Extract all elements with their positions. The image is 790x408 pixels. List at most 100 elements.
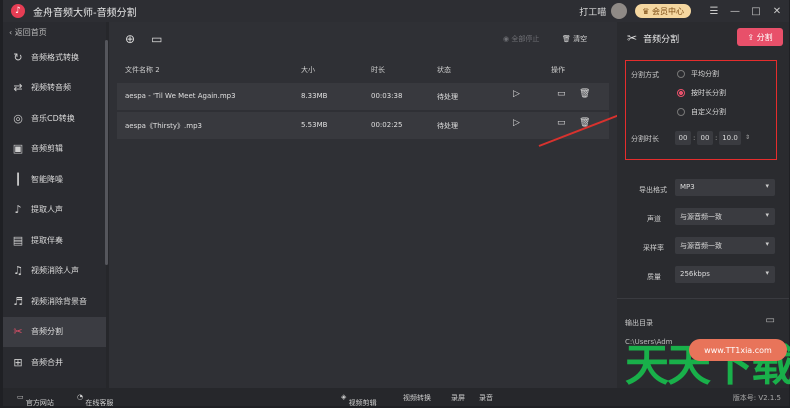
website-label: 官方网站 bbox=[25, 399, 54, 407]
output-format-select[interactable]: MP3 ▾ bbox=[675, 179, 775, 196]
watermark-url: www.TT1xia.com bbox=[689, 339, 787, 361]
play-icon[interactable]: ▷ bbox=[513, 118, 520, 128]
video-edit-link[interactable]: ◈ 视频剪辑 bbox=[341, 393, 377, 407]
table-row[interactable]: aespa《Thirsty》.mp3 5.53MB 00:02:25 待处理 ▷… bbox=[117, 112, 609, 139]
col-name[interactable]: 文件名称 2 bbox=[125, 65, 160, 75]
radio-by-duration-label[interactable]: 按时长分割 bbox=[691, 88, 726, 98]
time-separator: : bbox=[715, 134, 718, 142]
delete-icon[interactable]: 🗑 bbox=[579, 118, 590, 128]
vocal-extract-icon: ♪ bbox=[14, 203, 22, 217]
sample-rate-value: 与源音频一致 bbox=[680, 242, 722, 250]
file-name: aespa - 'Til We Meet Again.mp3 bbox=[125, 92, 236, 100]
app-title: 金舟音频大师-音频分割 bbox=[33, 7, 137, 19]
file-duration: 00:02:25 bbox=[371, 121, 403, 129]
file-duration: 00:03:38 bbox=[371, 92, 403, 100]
audio-record-link[interactable]: 录音 bbox=[479, 393, 493, 403]
file-size: 5.53MB bbox=[301, 121, 328, 129]
open-folder-icon[interactable]: ▭ bbox=[557, 118, 566, 128]
sidebar-item-video-remove-vocal[interactable]: ♫ 视频消除人声 bbox=[3, 256, 106, 287]
table-row[interactable]: aespa - 'Til We Meet Again.mp3 8.33MB 00… bbox=[117, 83, 609, 110]
duration-minutes-input[interactable]: 00 bbox=[697, 131, 713, 145]
close-icon[interactable]: ✕ bbox=[768, 6, 786, 17]
sidebar-item-video-remove-bgm[interactable]: ♬ 视频消除背景音 bbox=[3, 286, 106, 317]
radio-by-duration[interactable] bbox=[677, 89, 685, 97]
website-link[interactable]: ▭ 官方网站 bbox=[17, 393, 54, 407]
clear-button[interactable]: 🗑 清空 bbox=[562, 34, 587, 44]
sidebar-item-label: 音频剪辑 bbox=[31, 144, 63, 154]
split-mode-label: 分割方式 bbox=[631, 71, 659, 79]
folder-icon[interactable]: ▭ bbox=[766, 315, 775, 326]
audio-convert-icon: ↻ bbox=[13, 50, 23, 64]
output-format-value: MP3 bbox=[680, 183, 695, 191]
play-icon[interactable]: ▷ bbox=[513, 89, 520, 99]
back-home-link[interactable]: ‹ 返回首页 bbox=[3, 22, 106, 42]
avatar[interactable] bbox=[611, 3, 628, 19]
duration-hours-input[interactable]: 00 bbox=[675, 131, 691, 145]
radio-custom[interactable] bbox=[677, 108, 685, 116]
sidebar-item-video-to-audio[interactable]: ⇄ 视频转音频 bbox=[3, 73, 106, 104]
sidebar-item-audio-merge[interactable]: ⊞ 音频合并 bbox=[3, 347, 106, 378]
chevron-down-icon: ▾ bbox=[765, 269, 769, 277]
scissors-icon: ✂ bbox=[13, 325, 23, 339]
minimize-icon[interactable]: — bbox=[726, 6, 744, 17]
app-logo-icon: ♪ bbox=[11, 4, 25, 18]
sidebar-item-audio-format[interactable]: ↻ 音频格式转换 bbox=[3, 42, 106, 73]
sidebar-item-audio-split[interactable]: ✂ 音频分割 bbox=[3, 316, 106, 347]
open-folder-icon[interactable]: ▭ bbox=[557, 89, 566, 99]
split-button[interactable]: ⇪ 分割 bbox=[737, 28, 783, 46]
username[interactable]: 打工喵 bbox=[579, 5, 606, 18]
clear-label: 清空 bbox=[573, 35, 588, 43]
radio-average-label[interactable]: 平均分割 bbox=[691, 69, 719, 79]
sample-rate-select[interactable]: 与源音频一致 ▾ bbox=[675, 237, 775, 254]
video-convert-link[interactable]: 视频转换 bbox=[403, 393, 431, 403]
quality-label: 质量 bbox=[647, 273, 661, 281]
file-status: 待处理 bbox=[437, 93, 458, 101]
video-to-audio-icon: ⇄ bbox=[13, 81, 23, 95]
sidebar-item-cd[interactable]: ◎ 音乐CD转换 bbox=[3, 103, 106, 134]
chevron-down-icon: ▾ bbox=[765, 211, 769, 219]
add-file-icon[interactable]: ⊕ bbox=[125, 32, 135, 46]
video-remove-bgm-icon: ♬ bbox=[13, 294, 23, 308]
sidebar-item-label: 智能降噪 bbox=[31, 174, 63, 184]
channel-value: 与源音频一致 bbox=[680, 213, 722, 221]
sidebar-item-accompaniment[interactable]: ▤ 提取伴奏 bbox=[3, 225, 106, 256]
radio-average[interactable] bbox=[677, 70, 685, 78]
duration-seconds-input[interactable]: 10.0 bbox=[719, 131, 741, 145]
vip-center-button[interactable]: ♛ 会员中心 bbox=[635, 4, 691, 18]
sample-rate-label: 采样率 bbox=[643, 244, 664, 252]
divider bbox=[617, 298, 789, 299]
screen-record-link[interactable]: 录屏 bbox=[451, 393, 465, 403]
support-link[interactable]: ◔ 在线客服 bbox=[77, 393, 113, 407]
table-header: 文件名称 2 大小 时长 状态 操作 bbox=[109, 60, 617, 78]
chevron-down-icon: ▾ bbox=[765, 182, 769, 190]
channel-select[interactable]: 与源音频一致 ▾ bbox=[675, 208, 775, 225]
add-folder-icon[interactable]: ▭ bbox=[151, 32, 162, 46]
sidebar-item-denoise[interactable]: ┃ 智能降噪 bbox=[3, 164, 106, 195]
split-duration-label: 分割时长 bbox=[631, 135, 659, 143]
back-label: 返回首页 bbox=[14, 27, 47, 37]
merge-icon: ⊞ bbox=[13, 355, 23, 369]
sidebar-item-label: 音频格式转换 bbox=[31, 52, 79, 62]
chevron-down-icon: ▾ bbox=[765, 240, 769, 248]
pause-all-button[interactable]: ◉ 全部停止 bbox=[503, 34, 539, 44]
version-label: 版本号: V2.1.5 bbox=[732, 394, 781, 402]
title-bar: ♪ 金舟音频大师-音频分割 打工喵 ♛ 会员中心 ☰ — □ ✕ bbox=[3, 0, 789, 22]
radio-custom-label[interactable]: 自定义分割 bbox=[691, 107, 726, 117]
output-format-label: 导出格式 bbox=[639, 186, 667, 194]
sidebar-item-label: 音频分割 bbox=[31, 327, 63, 337]
sidebar-item-vocal[interactable]: ♪ 提取人声 bbox=[3, 195, 106, 226]
col-status: 状态 bbox=[437, 66, 451, 74]
toolbar: ⊕ ▭ ◉ 全部停止 🗑 清空 bbox=[109, 22, 617, 56]
menu-icon[interactable]: ☰ bbox=[705, 6, 723, 17]
maximize-icon[interactable]: □ bbox=[747, 6, 765, 17]
sidebar: ‹ 返回首页 ↻ 音频格式转换 ⇄ 视频转音频 ◎ 音乐CD转换 ▣ 音频剪辑 ┃ 智能降… bbox=[3, 22, 106, 388]
sidebar-scrollbar[interactable] bbox=[105, 40, 108, 265]
sidebar-item-label: 提取人声 bbox=[31, 205, 63, 215]
channel-label: 声道 bbox=[647, 215, 661, 223]
quality-select[interactable]: 256kbps ▾ bbox=[675, 266, 775, 283]
delete-icon[interactable]: 🗑 bbox=[579, 89, 590, 99]
sidebar-item-label: 视频消除人声 bbox=[31, 266, 79, 276]
col-action: 操作 bbox=[551, 66, 565, 74]
sidebar-item-audio-cut[interactable]: ▣ 音频剪辑 bbox=[3, 134, 106, 165]
stepper-icon[interactable]: ⇕ bbox=[745, 134, 750, 141]
